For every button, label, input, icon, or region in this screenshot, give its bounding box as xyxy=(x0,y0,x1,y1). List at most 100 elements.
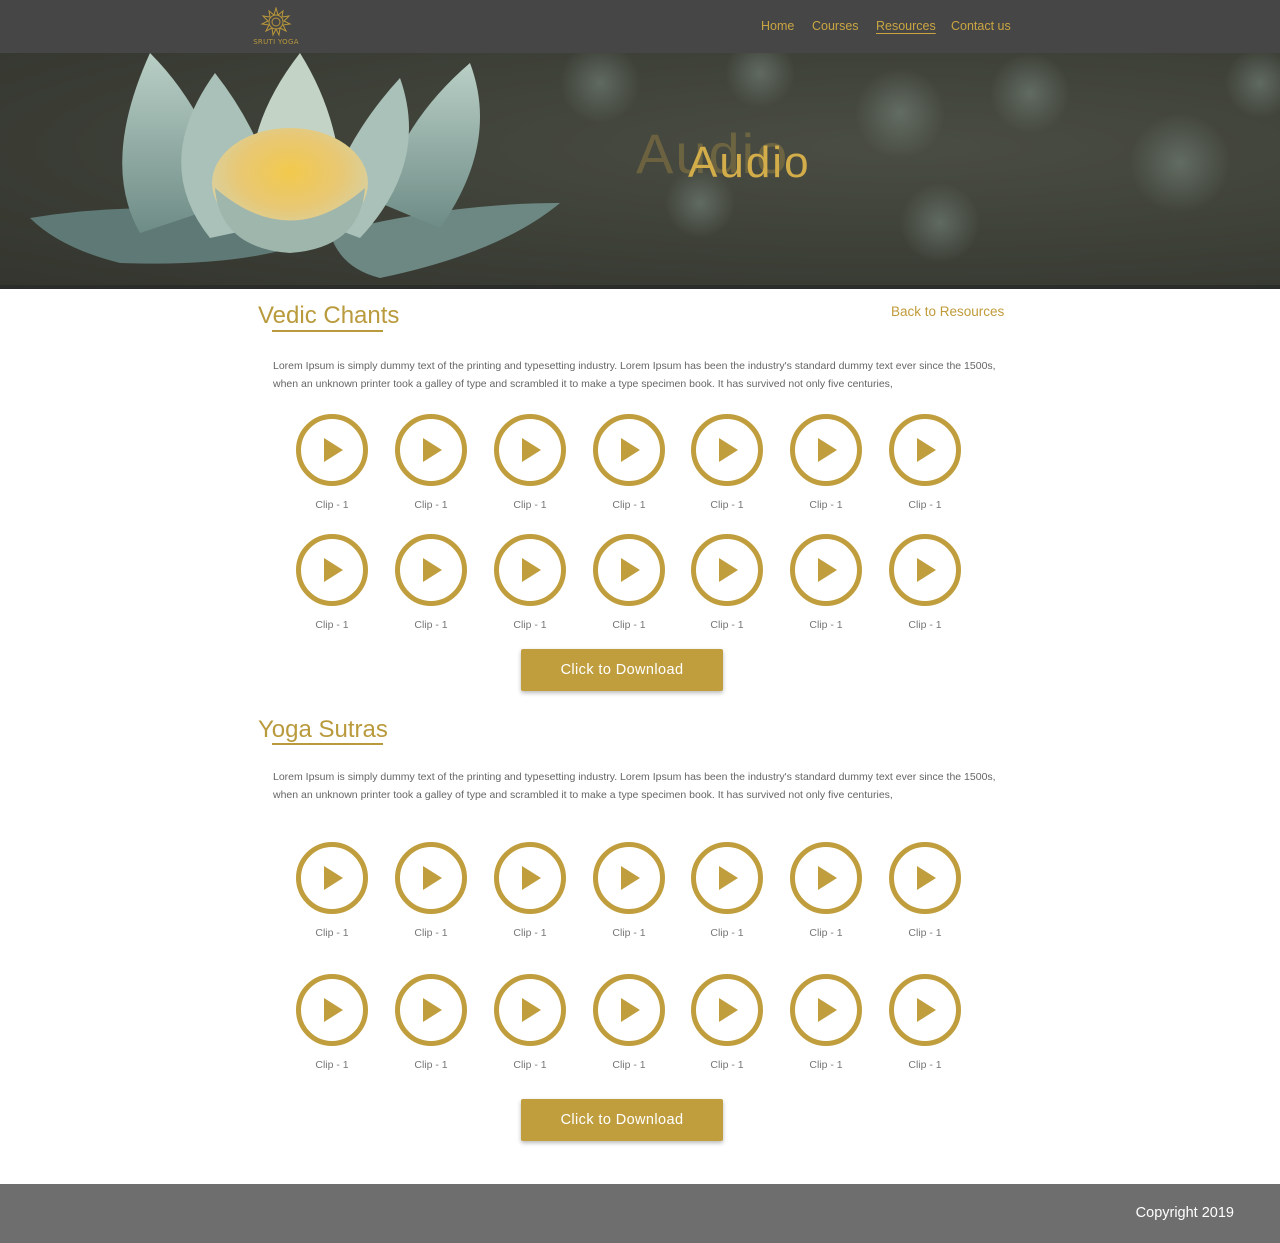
clip-label: Clip - 1 xyxy=(513,499,547,511)
clip-label: Clip - 1 xyxy=(908,499,942,511)
audio-clip: Clip - 1 xyxy=(480,841,580,939)
audio-clip: Clip - 1 xyxy=(480,973,580,1071)
play-circle-icon[interactable] xyxy=(295,533,369,607)
play-circle-icon[interactable] xyxy=(295,413,369,487)
play-circle-icon[interactable] xyxy=(394,413,468,487)
back-to-resources-link[interactable]: Back to Resources xyxy=(891,304,1004,319)
play-circle-icon[interactable] xyxy=(690,533,764,607)
play-circle-icon[interactable] xyxy=(493,841,567,915)
clip-label: Clip - 1 xyxy=(414,499,448,511)
logo-text: SRUTI YOGA xyxy=(253,38,299,46)
play-circle-icon[interactable] xyxy=(789,413,863,487)
play-circle-icon[interactable] xyxy=(592,973,666,1047)
play-circle-icon[interactable] xyxy=(690,973,764,1047)
audio-clip: Clip - 1 xyxy=(381,413,481,511)
clip-label: Clip - 1 xyxy=(315,1059,349,1071)
nav-resources[interactable]: Resources xyxy=(876,19,936,33)
play-circle-icon[interactable] xyxy=(888,413,962,487)
clip-label: Clip - 1 xyxy=(710,619,744,631)
audio-clip: Clip - 1 xyxy=(381,841,481,939)
clip-label: Clip - 1 xyxy=(809,927,843,939)
play-circle-icon[interactable] xyxy=(789,973,863,1047)
play-circle-icon[interactable] xyxy=(888,841,962,915)
clip-label: Clip - 1 xyxy=(809,619,843,631)
download-button-vedic-chants[interactable]: Click to Download xyxy=(521,649,723,691)
nav-courses[interactable]: Courses xyxy=(812,19,859,33)
download-button-yoga-sutras[interactable]: Click to Download xyxy=(521,1099,723,1141)
clip-label: Clip - 1 xyxy=(315,927,349,939)
nav-home[interactable]: Home xyxy=(761,19,794,33)
play-circle-icon[interactable] xyxy=(394,973,468,1047)
play-circle-icon[interactable] xyxy=(295,973,369,1047)
audio-clip: Clip - 1 xyxy=(381,973,481,1071)
top-navigation-bar: SRUTI YOGA Home Courses Resources Contac… xyxy=(0,0,1280,53)
clip-label: Clip - 1 xyxy=(315,619,349,631)
clip-label: Clip - 1 xyxy=(612,499,646,511)
clip-label: Clip - 1 xyxy=(809,499,843,511)
clip-label: Clip - 1 xyxy=(414,927,448,939)
audio-clip: Clip - 1 xyxy=(282,533,382,631)
clip-label: Clip - 1 xyxy=(908,1059,942,1071)
main-nav: Home Courses Resources Contact us xyxy=(0,19,1280,37)
section-title-yoga-sutras: Yoga Sutras xyxy=(258,716,388,743)
play-circle-icon[interactable] xyxy=(888,973,962,1047)
clip-label: Clip - 1 xyxy=(710,927,744,939)
play-circle-icon[interactable] xyxy=(493,973,567,1047)
clip-label: Clip - 1 xyxy=(513,1059,547,1071)
clip-label: Clip - 1 xyxy=(908,927,942,939)
clip-label: Clip - 1 xyxy=(710,499,744,511)
clip-label: Clip - 1 xyxy=(414,1059,448,1071)
section-description: Lorem Ipsum is simply dummy text of the … xyxy=(273,771,996,801)
play-circle-icon[interactable] xyxy=(592,841,666,915)
section-title-underline xyxy=(272,330,383,332)
play-circle-icon[interactable] xyxy=(592,533,666,607)
clip-label: Clip - 1 xyxy=(612,927,646,939)
audio-clip: Clip - 1 xyxy=(875,413,975,511)
play-circle-icon[interactable] xyxy=(888,533,962,607)
audio-clip: Clip - 1 xyxy=(776,973,876,1071)
audio-clip: Clip - 1 xyxy=(579,973,679,1071)
audio-clip: Clip - 1 xyxy=(776,533,876,631)
hero-banner: Audio Audio xyxy=(0,53,1280,288)
clip-label: Clip - 1 xyxy=(809,1059,843,1071)
audio-clip: Clip - 1 xyxy=(282,841,382,939)
section-title-vedic-chants: Vedic Chants xyxy=(258,302,400,329)
play-circle-icon[interactable] xyxy=(592,413,666,487)
audio-clip: Clip - 1 xyxy=(282,973,382,1071)
play-circle-icon[interactable] xyxy=(493,413,567,487)
play-circle-icon[interactable] xyxy=(690,841,764,915)
audio-clip: Clip - 1 xyxy=(677,413,777,511)
play-circle-icon[interactable] xyxy=(690,413,764,487)
play-circle-icon[interactable] xyxy=(493,533,567,607)
audio-clip: Clip - 1 xyxy=(480,413,580,511)
audio-clip: Clip - 1 xyxy=(875,841,975,939)
audio-clip: Clip - 1 xyxy=(381,533,481,631)
clip-label: Clip - 1 xyxy=(315,499,349,511)
audio-clip: Clip - 1 xyxy=(480,533,580,631)
audio-clip: Clip - 1 xyxy=(579,841,679,939)
hero-title: Audio xyxy=(688,138,811,187)
clip-label: Clip - 1 xyxy=(414,619,448,631)
clip-label: Clip - 1 xyxy=(908,619,942,631)
nav-contact-us[interactable]: Contact us xyxy=(951,19,1011,33)
page-footer: Copyright 2019 xyxy=(0,1184,1280,1243)
clip-label: Clip - 1 xyxy=(513,927,547,939)
play-circle-icon[interactable] xyxy=(789,533,863,607)
copyright-text: Copyright 2019 xyxy=(1135,1205,1234,1221)
audio-clip: Clip - 1 xyxy=(677,841,777,939)
audio-clip: Clip - 1 xyxy=(875,973,975,1071)
audio-clip: Clip - 1 xyxy=(677,973,777,1071)
section-title-underline xyxy=(272,743,383,745)
audio-clip: Clip - 1 xyxy=(579,413,679,511)
audio-clip: Clip - 1 xyxy=(776,413,876,511)
hero-divider xyxy=(0,285,1280,289)
play-circle-icon[interactable] xyxy=(394,841,468,915)
play-circle-icon[interactable] xyxy=(789,841,863,915)
clip-label: Clip - 1 xyxy=(513,619,547,631)
play-circle-icon[interactable] xyxy=(394,533,468,607)
audio-clip: Clip - 1 xyxy=(282,413,382,511)
audio-clip: Clip - 1 xyxy=(677,533,777,631)
play-circle-icon[interactable] xyxy=(295,841,369,915)
audio-clip: Clip - 1 xyxy=(579,533,679,631)
section-description: Lorem Ipsum is simply dummy text of the … xyxy=(273,360,996,390)
